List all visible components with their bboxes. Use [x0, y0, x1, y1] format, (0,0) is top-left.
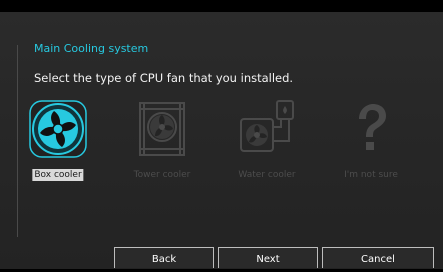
water-cooler-icon [240, 100, 294, 152]
option-box-cooler[interactable]: Box cooler [13, 97, 103, 192]
box-cooler-fan-icon [29, 100, 87, 158]
wizard-panel: Main Cooling system Select the type of C… [0, 12, 443, 269]
back-button[interactable]: Back [114, 247, 214, 268]
question-mark-icon [359, 104, 386, 150]
option-label: Tower cooler [133, 170, 191, 180]
instruction-text: Select the type of CPU fan that you inst… [34, 71, 294, 85]
cancel-button[interactable]: Cancel [322, 247, 434, 268]
option-tower-cooler[interactable]: Tower cooler [117, 97, 207, 192]
wizard-button-bar: Back Next Cancel [114, 247, 443, 269]
option-label: Water cooler [238, 170, 296, 180]
option-label: I'm not sure [344, 170, 398, 180]
next-button[interactable]: Next [218, 247, 318, 268]
tower-cooler-icon [139, 102, 185, 156]
option-water-cooler[interactable]: Water cooler [222, 97, 312, 192]
option-not-sure[interactable]: I'm not sure [326, 97, 416, 192]
section-title: Main Cooling system [34, 42, 149, 55]
option-label: Box cooler [32, 169, 84, 181]
